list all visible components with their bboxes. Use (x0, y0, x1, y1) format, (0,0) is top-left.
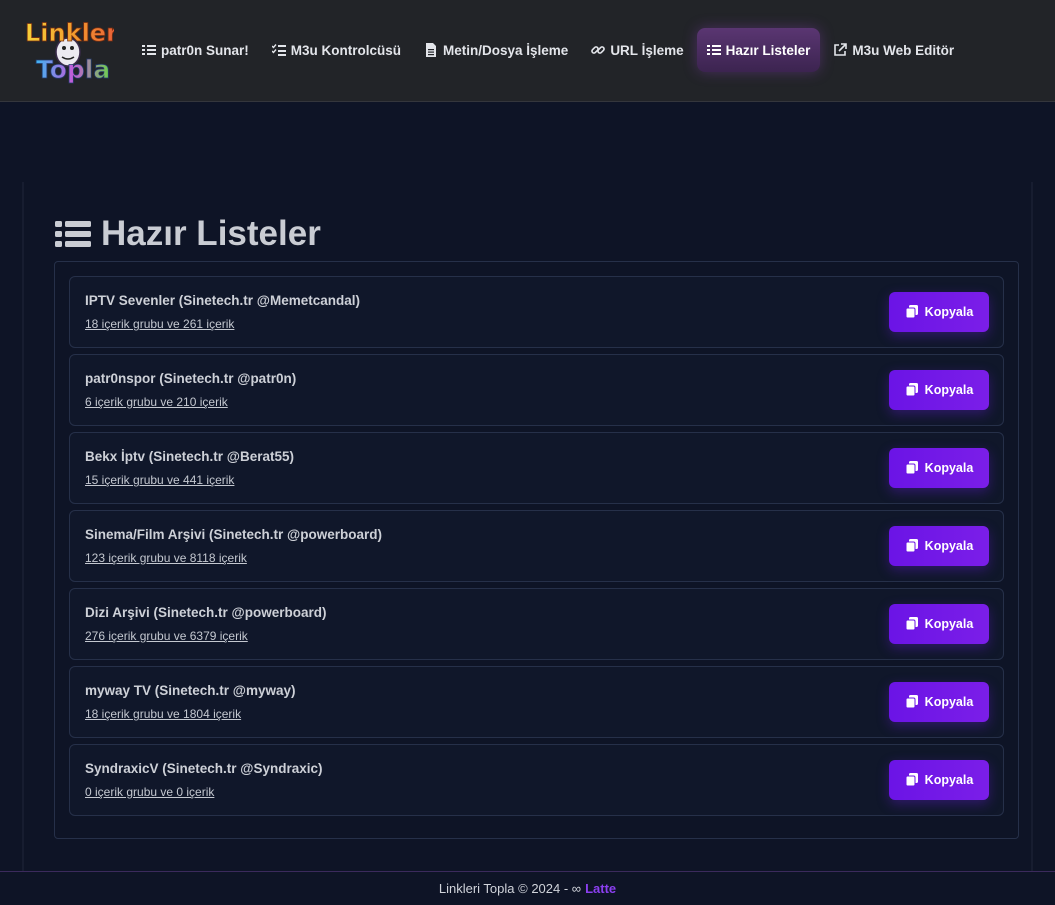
logo-text-bottom: Topla (36, 55, 110, 84)
copy-button-label: Kopyala (924, 461, 974, 475)
list-item-title: myway TV (Sinetech.tr @myway) (85, 683, 296, 698)
copy-button[interactable]: Kopyala (889, 292, 989, 332)
list-item-summary-link[interactable]: 123 içerik grubu ve 8118 içerik (85, 551, 247, 565)
ready-lists-panel: IPTV Sevenler (Sinetech.tr @Memetcandal)… (54, 261, 1019, 839)
nav-item-hazir-listeler[interactable]: Hazır Listeler (696, 28, 821, 72)
copy-button-label: Kopyala (924, 305, 974, 319)
copy-icon (905, 539, 919, 553)
copy-button-label: Kopyala (924, 617, 974, 631)
list-item-summary-link[interactable]: 18 içerik grubu ve 261 içerik (85, 317, 234, 331)
container-border-right (1031, 182, 1033, 872)
copy-button-label: Kopyala (924, 539, 974, 553)
list-item-summary-link[interactable]: 6 içerik grubu ve 210 içerik (85, 395, 228, 409)
copy-button[interactable]: Kopyala (889, 448, 989, 488)
copy-button[interactable]: Kopyala (889, 682, 989, 722)
copy-icon (905, 305, 919, 319)
nav-item-m3u-kontrolcusu[interactable]: M3u Kontrolcüsü (262, 28, 411, 72)
list-item-summary-link[interactable]: 276 içerik grubu ve 6379 içerik (85, 629, 248, 643)
footer: Linkleri Topla © 2024 - ∞ Latte (0, 871, 1055, 905)
external-link-icon (833, 43, 848, 57)
copy-button[interactable]: Kopyala (889, 760, 989, 800)
page-title: Hazır Listeler (55, 212, 321, 256)
list-item: Dizi Arşivi (Sinetech.tr @powerboard) 27… (69, 588, 1004, 660)
copy-button-label: Kopyala (924, 773, 974, 787)
nav-label: patr0n Sunar! (161, 42, 249, 58)
list-item-title: patr0nspor (Sinetech.tr @patr0n) (85, 371, 297, 386)
list-item: Sinema/Film Arşivi (Sinetech.tr @powerbo… (69, 510, 1004, 582)
nav-label: Metin/Dosya İşleme (443, 42, 569, 58)
checklist-icon (271, 43, 286, 57)
copy-button-label: Kopyala (924, 383, 974, 397)
nav-item-patron-sunar[interactable]: patr0n Sunar! (132, 28, 259, 72)
top-navbar: Linkleri Topla patr0n Sunar! M3u Kontrol… (0, 0, 1055, 102)
list-item-title: IPTV Sevenler (Sinetech.tr @Memetcandal) (85, 293, 360, 308)
logo-image: Linkleri Topla (25, 19, 127, 85)
app-logo[interactable]: Linkleri Topla (22, 8, 127, 92)
copy-icon (905, 773, 919, 787)
nav-item-m3u-web-editor[interactable]: M3u Web Editör (823, 28, 964, 72)
list-item-title: SyndraxicV (Sinetech.tr @Syndraxic) (85, 761, 323, 776)
list-icon (706, 43, 721, 57)
main-nav: patr0n Sunar! M3u Kontrolcüsü Metin/Dosy… (132, 28, 967, 72)
nav-item-metin-dosya[interactable]: Metin/Dosya İşleme (414, 28, 578, 72)
list-item: IPTV Sevenler (Sinetech.tr @Memetcandal)… (69, 276, 1004, 348)
nav-label: URL İşleme (610, 42, 684, 58)
nav-label: M3u Web Editör (852, 42, 955, 58)
copy-icon (905, 617, 919, 631)
copy-icon (905, 461, 919, 475)
container-border-left (22, 182, 24, 872)
list-icon (142, 43, 156, 57)
footer-brand-link[interactable]: Latte (585, 881, 616, 896)
list-item-summary-link[interactable]: 0 içerik grubu ve 0 içerik (85, 785, 214, 799)
list-item: patr0nspor (Sinetech.tr @patr0n) 6 içeri… (69, 354, 1004, 426)
list-item-title: Bekx İptv (Sinetech.tr @Berat55) (85, 449, 294, 464)
copy-button[interactable]: Kopyala (889, 370, 989, 410)
list-item-title: Sinema/Film Arşivi (Sinetech.tr @powerbo… (85, 527, 382, 542)
copy-icon (905, 695, 919, 709)
nav-label: M3u Kontrolcüsü (290, 42, 402, 58)
footer-text: Linkleri Topla © 2024 - ∞ (438, 881, 582, 896)
list-item: myway TV (Sinetech.tr @myway) 18 içerik … (69, 666, 1004, 738)
list-item-title: Dizi Arşivi (Sinetech.tr @powerboard) (85, 605, 327, 620)
link-icon (591, 43, 606, 57)
copy-button[interactable]: Kopyala (889, 526, 989, 566)
copy-button[interactable]: Kopyala (889, 604, 989, 644)
file-icon (424, 43, 438, 57)
list-item-summary-link[interactable]: 15 içerik grubu ve 441 içerik (85, 473, 234, 487)
nav-label: Hazır Listeler (725, 42, 811, 58)
page-title-text: Hazır Listeler (101, 214, 321, 253)
logo-text-top: Linkleri (25, 19, 114, 47)
list-item-summary-link[interactable]: 18 içerik grubu ve 1804 içerik (85, 707, 241, 721)
list-item: SyndraxicV (Sinetech.tr @Syndraxic) 0 iç… (69, 744, 1004, 816)
list-item: Bekx İptv (Sinetech.tr @Berat55) 15 içer… (69, 432, 1004, 504)
copy-button-label: Kopyala (924, 695, 974, 709)
nav-item-url-isleme[interactable]: URL İşleme (581, 28, 693, 72)
copy-icon (905, 383, 919, 397)
list-icon (55, 219, 91, 249)
